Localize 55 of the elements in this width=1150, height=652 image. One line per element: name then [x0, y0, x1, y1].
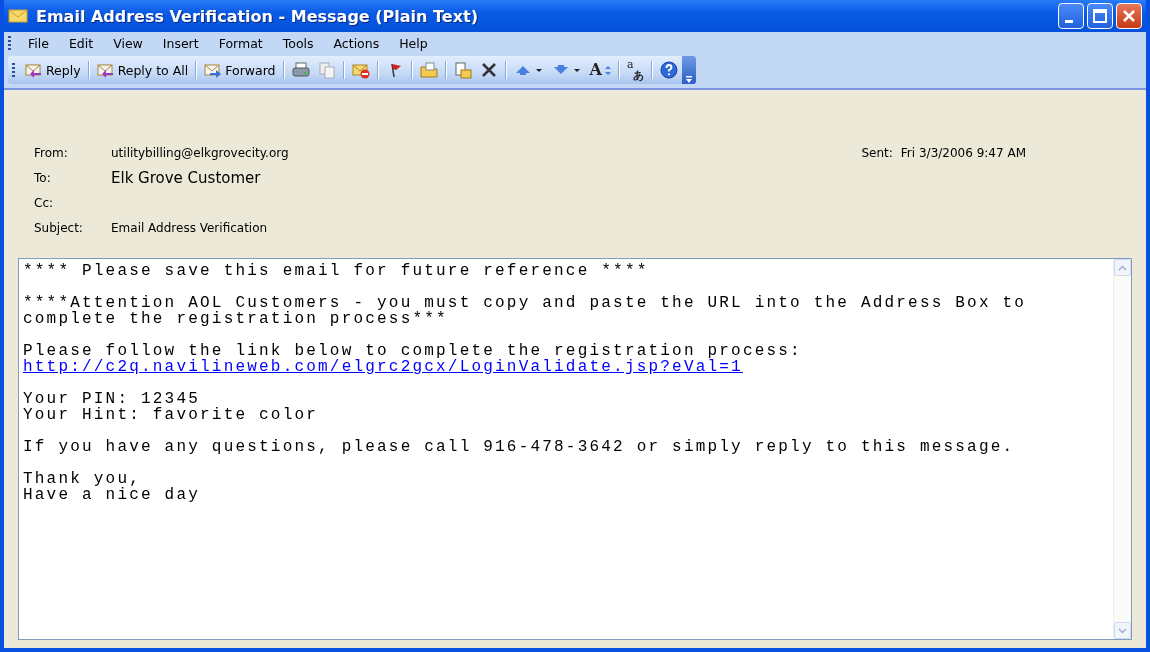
- body-line: complete the registration process***: [23, 311, 449, 327]
- menu-item[interactable]: File: [19, 33, 58, 53]
- clipboard-folder-icon: [453, 61, 472, 79]
- close-icon: [1122, 9, 1136, 23]
- field-label: To:: [34, 169, 52, 187]
- forward-button[interactable]: Forward: [200, 58, 280, 82]
- subject-text: Email Address Verification: [111, 219, 269, 237]
- field-label: Subject:: [34, 219, 84, 237]
- chevron-up-icon: [1118, 264, 1127, 271]
- field-label: Cc:: [34, 194, 55, 212]
- encoding-button[interactable]: a あ: [622, 58, 648, 82]
- menu-item[interactable]: View: [104, 33, 152, 53]
- scrollbar[interactable]: [1113, 259, 1131, 639]
- window-title: Email Address Verification - Message (Plain Text): [36, 6, 479, 26]
- link[interactable]: http://c2q.navilineweb.com/elgrc2gcx/LoginValidate.jsp?eVal=1: [23, 359, 743, 375]
- envelope-stop-icon: [351, 61, 370, 79]
- recipient-name: Elk Grove Customer: [111, 167, 262, 189]
- font-size-button[interactable]: A: [585, 58, 615, 82]
- field-label: Sent:: [861, 144, 893, 162]
- body-line: Your Hint: favorite color: [23, 407, 320, 423]
- menu-item[interactable]: Insert: [153, 33, 208, 53]
- close-button[interactable]: [1116, 3, 1142, 29]
- body-line: Thank you,: [23, 471, 141, 487]
- printer-icon: [291, 61, 310, 79]
- sender-address: utilitybilling@elkgrovecity.org: [111, 144, 290, 162]
- minimize-button[interactable]: [1058, 3, 1084, 29]
- envelope-icon: [8, 8, 28, 24]
- menu-item[interactable]: Tools: [273, 33, 323, 53]
- body-line: Have a nice day: [23, 487, 202, 503]
- body-line: If you have any questions, please call 916-478-3642 or simply reply to this message.: [23, 439, 1016, 455]
- help-icon: [659, 61, 678, 79]
- scroll-up-button[interactable]: [1114, 259, 1131, 276]
- menu-item[interactable]: Help: [390, 33, 437, 53]
- arrows-icon: [604, 65, 611, 75]
- maximize-icon: [1093, 9, 1107, 23]
- body-line: Your PIN: 12345: [23, 391, 201, 407]
- folder-icon: [419, 61, 438, 79]
- delete-icon: [479, 61, 498, 79]
- body-line: **** Please save this email for future reference ****: [23, 263, 650, 279]
- menu-item[interactable]: Edit: [59, 33, 103, 53]
- body-line: ****Attention AOL Customers - you must copy and paste the URL into the Address Box to: [23, 295, 1028, 311]
- scroll-down-button[interactable]: [1114, 622, 1131, 639]
- menu-item[interactable]: Actions: [324, 33, 389, 53]
- body-line: Please follow the link below to complete the registration process:: [23, 343, 803, 359]
- dropdown-icon: [684, 76, 693, 84]
- copy-icon: [317, 61, 336, 79]
- maximize-button[interactable]: [1087, 3, 1113, 29]
- minimize-icon: [1065, 19, 1073, 23]
- toolbar-options-button[interactable]: [681, 56, 696, 84]
- reply-button[interactable]: Reply: [21, 58, 85, 82]
- field-label: From:: [34, 144, 69, 162]
- sent-date: Fri 3/3/2006 9:47 AM: [900, 144, 1026, 162]
- reply-all-button[interactable]: Reply to All: [92, 58, 193, 82]
- menu-item[interactable]: Format: [209, 33, 272, 53]
- chevron-down-icon: [1118, 627, 1127, 634]
